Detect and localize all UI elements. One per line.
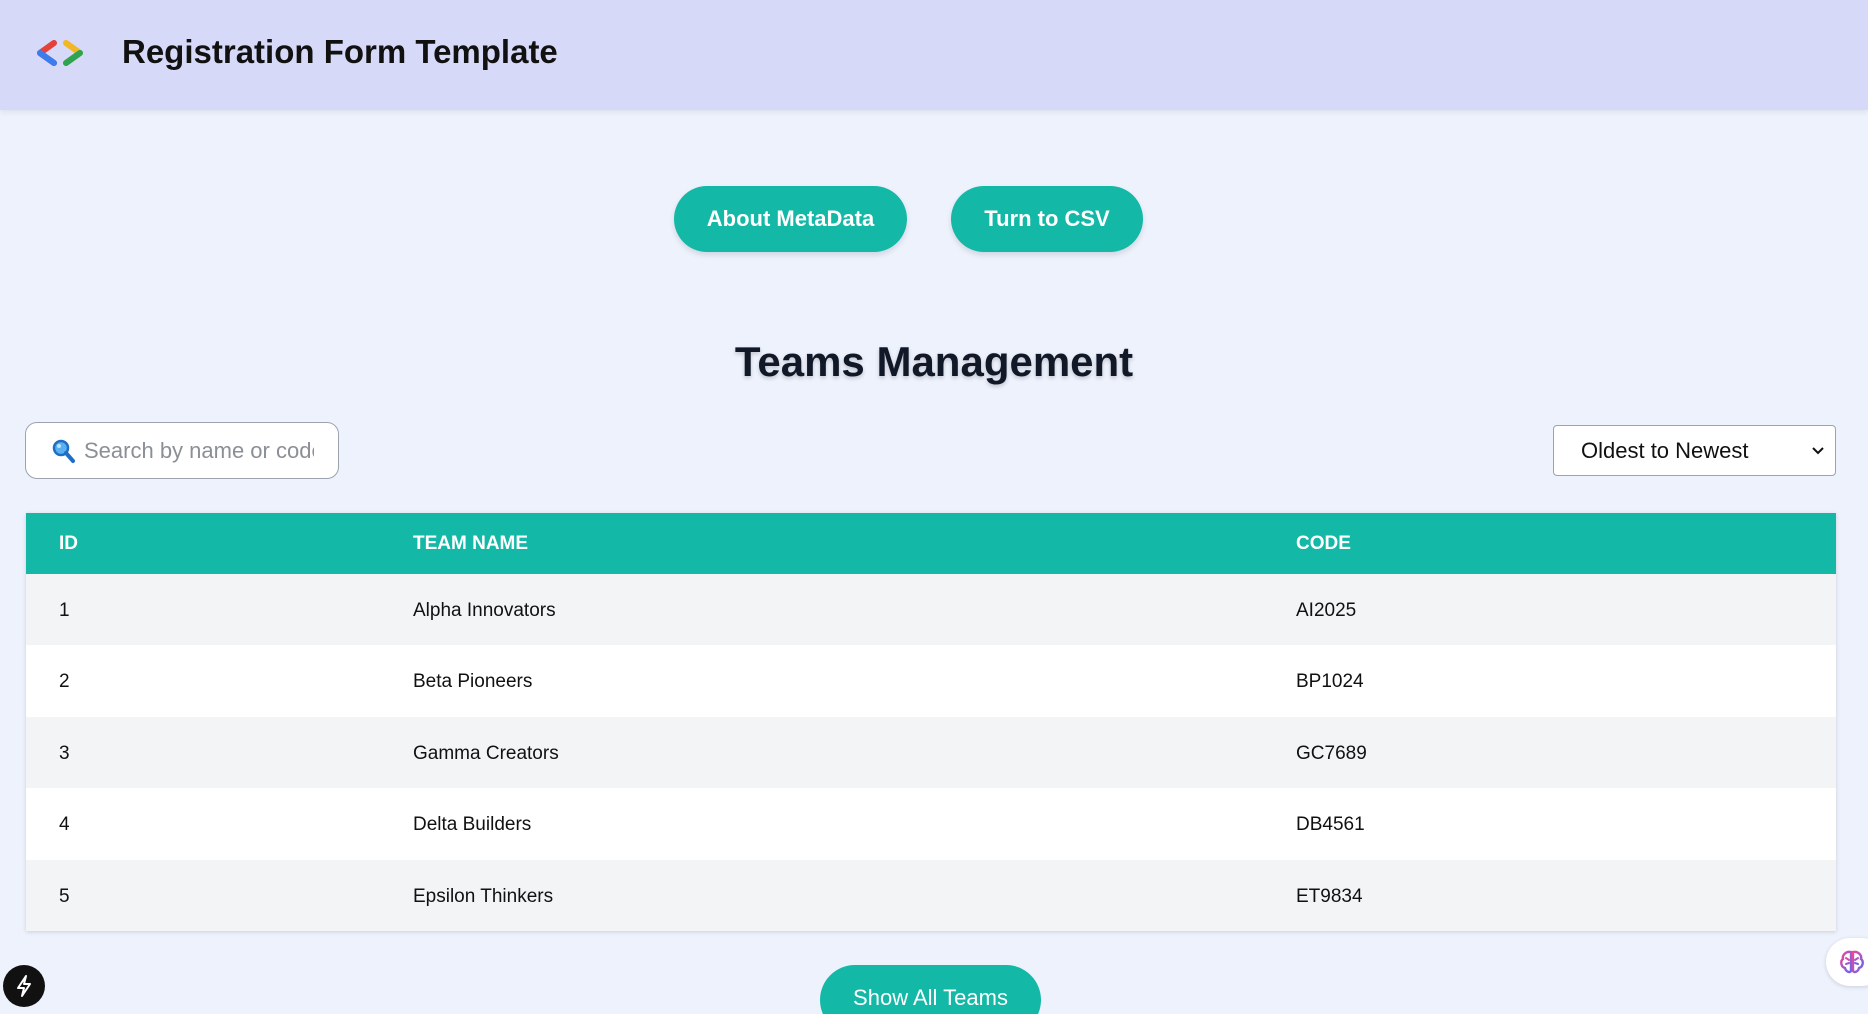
cell-code: BP1024 [1296,671,1364,693]
table-row: 4 Delta Builders DB4561 [26,788,1836,860]
cell-id: 4 [59,814,70,836]
teams-table: ID TEAM NAME CODE 1 Alpha Innovators AI2… [26,513,1836,931]
dev-tools-button[interactable] [3,965,45,1007]
cell-team-name: Delta Builders [413,814,532,836]
search-input[interactable] [84,437,314,464]
show-all-teams-button[interactable]: Show All Teams [820,965,1041,1014]
cell-team-name: Beta Pioneers [413,671,533,693]
cell-team-name: Gamma Creators [413,742,559,764]
cell-id: 2 [59,671,70,693]
page-title: Teams Management [734,338,1134,385]
turn-to-csv-button[interactable]: Turn to CSV [951,186,1143,252]
lightning-bolt-icon [17,975,31,997]
brain-icon [1840,950,1864,974]
table-row: 3 Gamma Creators GC7689 [26,716,1836,789]
cell-id: 5 [59,885,70,907]
assistant-button[interactable] [1826,938,1868,986]
table-row: 5 Epsilon Thinkers ET9834 [26,859,1836,931]
column-header-code: CODE [1296,533,1351,554]
sort-order-select[interactable]: Oldest to Newest [1553,425,1836,476]
about-metadata-button[interactable]: About MetaData [674,186,907,252]
magnifier-icon [52,439,75,463]
search-box[interactable] [25,422,339,479]
cell-team-name: Epsilon Thinkers [413,885,554,907]
cell-id: 3 [59,742,70,764]
cell-team-name: Alpha Innovators [413,600,556,621]
table-body: 1 Alpha Innovators AI2025 2 Beta Pioneer… [26,574,1836,931]
column-header-id: ID [59,533,78,554]
cell-code: DB4561 [1296,814,1365,836]
cell-code: ET9834 [1296,885,1363,907]
table-header: ID TEAM NAME CODE [26,513,1836,574]
app-header: Registration Form Template [0,0,1868,110]
cell-code: AI2025 [1296,600,1357,621]
table-row: 2 Beta Pioneers BP1024 [26,645,1836,717]
app-title: Registration Form Template [122,33,558,70]
cell-id: 1 [59,600,70,621]
column-header-team-name: TEAM NAME [413,533,529,554]
sort-selected-value: Oldest to Newest [1581,437,1749,463]
chevron-down-icon [1812,447,1824,455]
code-brackets-logo-icon [37,40,83,66]
cell-code: GC7689 [1296,742,1367,764]
table-row: 1 Alpha Innovators AI2025 [26,574,1836,646]
